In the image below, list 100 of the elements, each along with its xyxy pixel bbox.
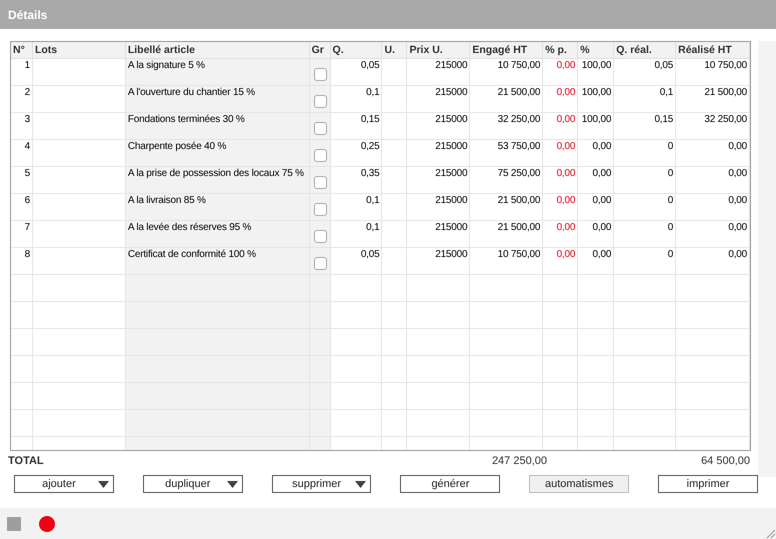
checkbox[interactable]	[314, 122, 327, 135]
table-cell: 215000	[407, 59, 470, 85]
column-header[interactable]: Libellé article	[126, 42, 310, 58]
table-cell: 100,00	[578, 86, 614, 112]
table-cell: 0,35	[330, 167, 382, 193]
total-label: TOTAL	[8, 454, 44, 469]
table-cell: 0,05	[330, 59, 382, 85]
table-cell: 10 750,00	[676, 59, 750, 85]
button[interactable]: imprimer	[658, 475, 758, 493]
table-cell: 0,1	[614, 86, 676, 112]
table-cell: 0,00	[543, 113, 578, 139]
table-cell: A la levée des réserves 95 %	[126, 221, 310, 247]
checkbox[interactable]	[314, 203, 327, 216]
column-header[interactable]: % p.	[543, 42, 578, 58]
table-cell: A la signature 5 %	[126, 59, 310, 85]
table-cell: 0,00	[676, 140, 750, 166]
checkbox[interactable]	[314, 230, 327, 243]
table-cell: 0,00	[543, 59, 578, 85]
window-title: Détails	[8, 6, 48, 24]
table-cell: 215000	[407, 140, 470, 166]
menu-button[interactable]: ajouter	[14, 475, 114, 493]
table-cell: 0,05	[330, 248, 382, 274]
table-cell: A la prise de possession des locaux 75 %	[126, 167, 310, 193]
table-cell: 21 500,00	[470, 86, 544, 112]
table-cell: 0,15	[614, 113, 676, 139]
checkbox[interactable]	[314, 149, 327, 162]
table-cell: 215000	[407, 113, 470, 139]
resize-grip-icon[interactable]	[764, 527, 776, 539]
table-cell: 215000	[407, 167, 470, 193]
caret-icon	[226, 481, 238, 488]
table-cell: 0,00	[578, 167, 614, 193]
table-cell: 0,00	[676, 221, 750, 247]
checkbox[interactable]	[314, 176, 327, 189]
table-cell: 215000	[407, 248, 470, 274]
table-cell: 6	[11, 194, 33, 220]
caret-icon	[355, 481, 366, 488]
table-cell: 0	[614, 140, 676, 166]
table-cell: 0,00	[543, 140, 578, 166]
table-cell: 0,00	[676, 248, 750, 274]
table-cell: 0,00	[543, 221, 578, 247]
table-cell: 32 250,00	[470, 113, 544, 139]
table-cell: 0,05	[614, 59, 676, 85]
table-cell: Charpente posée 40 %	[126, 140, 310, 166]
column-header[interactable]: Lots	[32, 42, 126, 58]
table-cell: 100,00	[578, 59, 614, 85]
table-cell: 0,00	[543, 248, 578, 274]
caret-icon	[98, 481, 109, 488]
button[interactable]: générer	[400, 475, 500, 493]
checkbox[interactable]	[314, 68, 327, 81]
record-icon[interactable]	[39, 516, 55, 532]
table-cell: 10 750,00	[470, 248, 544, 274]
table-cell: 0,00	[578, 194, 614, 220]
column-header[interactable]: Q.	[330, 42, 382, 58]
table-cell: 0,00	[578, 221, 614, 247]
table-cell: 215000	[407, 221, 470, 247]
menu-button[interactable]: supprimer	[272, 475, 372, 493]
table-cell: 0,00	[543, 167, 578, 193]
table-cell: 0,15	[330, 113, 382, 139]
column-header[interactable]: U.	[382, 42, 408, 58]
stop-icon[interactable]	[7, 516, 21, 530]
column-header[interactable]: Q. réal.	[614, 42, 676, 58]
table-cell: 0,00	[543, 86, 578, 112]
column-header[interactable]: N°	[11, 42, 33, 58]
table-cell: 5	[11, 167, 33, 193]
table-cell: Certificat de conformité 100 %	[126, 248, 310, 274]
table-cell: 2	[11, 86, 33, 112]
table-cell: 100,00	[578, 113, 614, 139]
table-cell: 0,25	[330, 140, 382, 166]
table-cell: 215000	[407, 194, 470, 220]
table-cell: 0,00	[543, 194, 578, 220]
table-cell: 1	[11, 59, 33, 85]
table-cell: 21 500,00	[470, 194, 544, 220]
column-header[interactable]: Prix U.	[407, 42, 470, 58]
table-cell: 75 250,00	[470, 167, 544, 193]
table-cell: 7	[11, 221, 33, 247]
checkbox[interactable]	[314, 95, 327, 108]
table-cell: 8	[11, 248, 33, 274]
button[interactable]: automatismes	[529, 475, 630, 493]
column-header[interactable]: Gr	[310, 42, 331, 58]
table-cell: 0,00	[578, 248, 614, 274]
table-cell: A la livraison 85 %	[126, 194, 310, 220]
checkbox[interactable]	[314, 257, 327, 270]
table-cell: 4	[11, 140, 33, 166]
menu-button[interactable]: dupliquer	[142, 475, 243, 493]
column-header[interactable]: %	[578, 42, 614, 58]
table-cell: 32 250,00	[676, 113, 750, 139]
table-cell: 0	[614, 221, 676, 247]
table-cell: 21 500,00	[470, 221, 544, 247]
table-cell: A l'ouverture du chantier 15 %	[126, 86, 310, 112]
table-cell: 53 750,00	[470, 140, 544, 166]
table-cell: 3	[11, 113, 33, 139]
table-cell: 21 500,00	[676, 86, 750, 112]
table-cell: 0,00	[578, 140, 614, 166]
table-cell: 0	[614, 194, 676, 220]
table-cell: 0,1	[330, 194, 382, 220]
table-cell: 0	[614, 167, 676, 193]
table-cell: 215000	[407, 86, 470, 112]
table-cell: 0,00	[676, 167, 750, 193]
column-header[interactable]: Réalisé HT	[676, 42, 750, 58]
column-header[interactable]: Engagé HT	[470, 42, 544, 58]
